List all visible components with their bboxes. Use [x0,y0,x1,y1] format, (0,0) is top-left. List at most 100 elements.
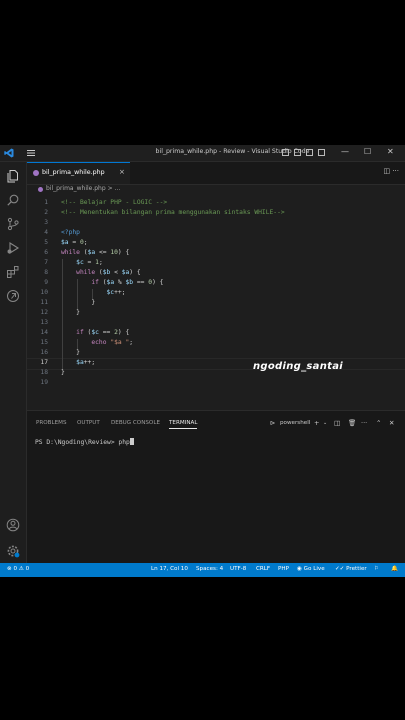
close-panel-icon[interactable]: ✕ [389,419,394,427]
indent-guide [92,289,94,299]
terminal-icon: ⊳ [270,419,276,427]
code-line[interactable]: $c = 1; [61,259,103,266]
code-line[interactable]: <!-- Menentukan bilangan prima menggunak… [61,209,285,216]
line-number: 9 [44,279,48,286]
more-terminal-actions-icon[interactable]: ··· [361,419,367,427]
code-editor[interactable]: 1 <!-- Belajar PHP - LOGIC --> 2 <!-- Menen… [27,197,405,410]
customize-layout-icon[interactable] [318,149,325,156]
line-number: 1 [44,199,48,206]
code-line[interactable]: <!-- Belajar PHP - LOGIC --> [61,199,167,206]
kill-terminal-icon[interactable]: 🗑 [348,419,356,427]
watermark-text: ngoding_santai [253,361,343,372]
tab-label: bil_prima_while.php [42,169,105,176]
language-status[interactable]: PHP [278,566,289,572]
line-number: 7 [44,259,48,266]
line-number: 6 [44,249,48,256]
feedback-icon[interactable]: ⚐ [374,566,379,572]
accounts-icon[interactable] [6,517,20,532]
line-number: 2 [44,209,48,216]
prettier-label: Prettier [346,566,367,572]
terminal-command: php [118,439,130,446]
line-number: 3 [44,219,48,226]
go-live-button[interactable]: ◉ Go Live [297,566,325,572]
terminal-prompt: PS D:\Ngoding\Review> [35,439,119,446]
remote-explorer-icon[interactable] [6,288,20,302]
code-line[interactable]: if ($c == 2) { [61,329,129,336]
notifications-bell-icon[interactable]: 🔔 [391,566,398,572]
vscode-window: bil_prima_while.php - Review - Visual St… [0,145,405,577]
more-actions-icon[interactable]: ··· [392,167,399,175]
warning-count: 0 [25,566,30,572]
line-number: 8 [44,269,48,276]
line-number: 5 [44,239,48,246]
line-number: 16 [40,349,48,356]
extensions-icon[interactable] [6,264,20,278]
status-bar: ⊗ 0 ⚠ 0 Ln 17, Col 10 Spaces: 4 UTF-8 CR… [0,563,405,577]
tab-problems[interactable]: PROBLEMS [36,420,67,426]
tab-bil-prima-while[interactable]: bil_prima_while.php × [27,162,130,184]
line-number: 15 [40,339,48,346]
php-file-icon [33,170,39,176]
code-line[interactable]: $a++; [61,359,95,366]
code-line[interactable]: } [61,349,80,356]
terminal-cursor [129,438,134,445]
activity-bar [0,162,27,563]
line-number: 18 [40,369,48,376]
error-count: 0 [13,566,18,572]
tab-debug-console[interactable]: DEBUG CONSOLE [111,420,160,426]
minimize-button[interactable]: — [341,147,349,156]
tab-actions: ◫ ··· [383,167,399,175]
line-number: 14 [40,329,48,336]
search-icon[interactable] [6,192,20,206]
title-bar: bil_prima_while.php - Review - Visual St… [0,145,405,162]
explorer-icon[interactable] [6,168,20,183]
breadcrumb-label: bil_prima_while.php > ... [46,185,121,192]
terminal-shell-selector[interactable]: powershell [280,420,310,426]
tab-close-icon[interactable]: × [119,168,125,176]
line-number: 4 [44,229,48,236]
eol-status[interactable]: CRLF [256,566,270,572]
prettier-button[interactable]: ✓✓ Prettier [335,566,367,572]
editor-tabs: bil_prima_while.php × ◫ ··· [27,162,405,185]
code-line[interactable]: } [61,309,80,316]
toggle-secondary-sidebar-icon[interactable] [306,149,313,156]
split-editor-icon[interactable]: ◫ [383,167,390,175]
indentation-status[interactable]: Spaces: 4 [196,566,223,572]
terminal-output[interactable]: PS D:\Ngoding\Review> php [35,438,134,446]
close-button[interactable]: ✕ [387,147,394,156]
indent-guide [77,339,79,349]
line-number: 12 [40,309,48,316]
line-number: 11 [40,299,48,306]
split-terminal-icon[interactable]: ◫ [334,419,340,427]
maximize-button[interactable]: ☐ [364,147,371,156]
toggle-sidebar-icon[interactable] [282,149,289,156]
manage-gear-icon[interactable] [6,543,20,558]
source-control-icon[interactable] [6,216,20,231]
code-line[interactable]: <?php [61,229,80,236]
line-number: 17 [40,359,48,366]
toggle-panel-icon[interactable] [294,149,301,156]
tab-output[interactable]: OUTPUT [77,420,100,426]
terminal-dropdown-icon[interactable]: ⌄ [323,420,327,426]
code-line[interactable]: while ($b < $a) { [61,269,141,276]
line-number: 10 [40,289,48,296]
breadcrumb[interactable]: bil_prima_while.php > ... [27,184,405,197]
tab-terminal[interactable]: TERMINAL [169,420,198,429]
code-line[interactable]: $a = 0; [61,239,88,246]
go-live-label: Go Live [303,566,325,572]
new-terminal-icon[interactable]: + [314,419,319,427]
line-number: 19 [40,379,48,386]
code-line[interactable]: } [61,369,65,376]
bottom-panel: PROBLEMS OUTPUT DEBUG CONSOLE TERMINAL ⊳… [27,410,405,564]
breadcrumb-php-icon [38,187,43,192]
problems-status[interactable]: ⊗ 0 ⚠ 0 [7,566,29,572]
code-line[interactable]: while ($a <= 10) { [61,249,129,256]
code-line[interactable]: echo "$a "; [61,339,133,346]
run-debug-icon[interactable] [6,240,20,254]
maximize-panel-icon[interactable]: ⌃ [376,419,381,427]
encoding-status[interactable]: UTF-8 [230,566,246,572]
indent-guide [62,259,63,369]
line-number: 13 [40,319,48,326]
cursor-position[interactable]: Ln 17, Col 10 [151,566,188,572]
indent-guide [77,279,79,309]
